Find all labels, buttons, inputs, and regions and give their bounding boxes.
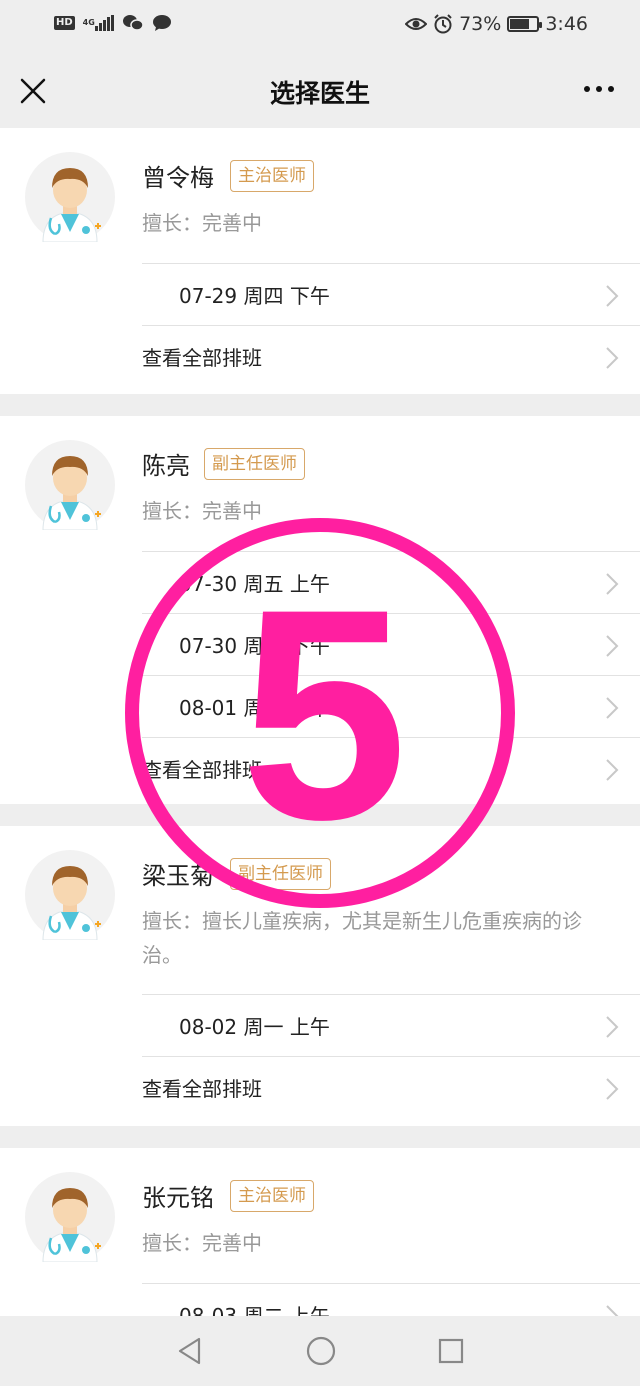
schedule-slot[interactable]: 08-01 周日 上午 [142, 675, 640, 737]
chevron-right-icon [606, 573, 619, 595]
doctor-specialty: 擅长：完善中 [142, 211, 262, 235]
recents-icon[interactable] [437, 1337, 465, 1365]
chevron-right-icon [606, 1078, 619, 1100]
doctor-name: 张元铭 [142, 1184, 214, 1212]
home-icon[interactable] [305, 1335, 337, 1367]
view-all-schedule-button[interactable]: 查看全部排班 [142, 737, 640, 799]
status-left: HD 4G [54, 14, 172, 32]
doctor-specialty: 擅长：擅长儿童疾病，尤其是新生儿危重疾病的诊治。 [142, 909, 582, 967]
view-all-schedule-button[interactable]: 查看全部排班 [142, 1056, 640, 1118]
view-all-schedule-label: 查看全部排班 [142, 758, 262, 782]
nav-bar: 选择医生 [0, 52, 640, 128]
clock: 3:46 [545, 13, 588, 35]
schedule-slot-label: 08-01 周日 上午 [179, 696, 330, 720]
schedule-slot[interactable]: 07-30 周五 下午 [142, 613, 640, 675]
status-bar: HD 4G 73% 3:46 [0, 0, 640, 52]
doctor-name: 梁玉菊 [142, 862, 214, 890]
network-type: 4G [82, 18, 95, 27]
schedule-slot[interactable]: 07-29 周四 下午 [142, 263, 640, 325]
doctor-specialty: 擅长：完善中 [142, 1231, 262, 1255]
system-nav-bar [0, 1316, 640, 1386]
chevron-right-icon [606, 635, 619, 657]
schedule-slot-label: 07-30 周五 下午 [179, 634, 330, 658]
doctor-title-badge: 副主任医师 [230, 858, 331, 890]
chevron-right-icon [606, 1016, 619, 1038]
status-right: 73% 3:46 [405, 13, 588, 35]
doctor-card[interactable]: 曾令梅 主治医师擅长：完善中 07-29 周四 下午查看全部排班 [0, 128, 640, 394]
chevron-right-icon [606, 759, 619, 781]
doctor-avatar-icon [25, 1172, 115, 1262]
chevron-right-icon [606, 347, 619, 369]
battery-icon [507, 16, 543, 32]
chat-bubble-icon [152, 15, 171, 31]
doctor-card[interactable]: 陈亮 副主任医师擅长：完善中 07-30 周五 上午 07-30 周五 下午 08-01… [0, 416, 640, 804]
schedule-slot-label: 07-29 周四 下午 [179, 284, 330, 308]
view-all-schedule-label: 查看全部排班 [142, 346, 262, 370]
doctor-avatar-icon [25, 152, 115, 242]
schedule-slot-label: 07-30 周五 上午 [179, 572, 330, 596]
doctor-title-badge: 副主任医师 [204, 448, 305, 480]
battery-percent: 73% [459, 13, 502, 35]
eye-icon [405, 18, 428, 30]
doctor-avatar-icon [25, 850, 115, 940]
more-icon[interactable] [584, 86, 614, 92]
schedule-list: 07-30 周五 上午 07-30 周五 下午 08-01 周日 上午查看全部排班 [142, 551, 640, 799]
view-all-schedule-button[interactable]: 查看全部排班 [142, 325, 640, 387]
page-title: 选择医生 [269, 79, 370, 108]
chevron-right-icon [606, 285, 619, 307]
chevron-right-icon [606, 697, 619, 719]
doctor-card[interactable]: 梁玉菊 副主任医师擅长：擅长儿童疾病，尤其是新生儿危重疾病的诊治。 08-02 周一… [0, 826, 640, 1126]
schedule-list: 08-02 周一 上午查看全部排班 [142, 994, 640, 1118]
doctor-list: 曾令梅 主治医师 擅长：完善中 07-29 周四 下午 查看全部排班 陈亮 副主任医师 擅长：… [0, 128, 640, 1386]
view-all-schedule-label: 查看全部排班 [142, 1077, 262, 1101]
doctor-specialty: 擅长：完善中 [142, 499, 262, 523]
alarm-icon [434, 14, 452, 34]
doctor-name: 陈亮 [142, 452, 190, 480]
back-icon[interactable] [175, 1336, 205, 1366]
schedule-list: 07-29 周四 下午查看全部排班 [142, 263, 640, 387]
doctor-title-badge: 主治医师 [230, 160, 314, 192]
signal-icon: 4G [83, 15, 114, 31]
hd-icon: HD [54, 16, 75, 30]
schedule-slot[interactable]: 08-02 周一 上午 [142, 994, 640, 1056]
schedule-slot[interactable]: 07-30 周五 上午 [142, 551, 640, 613]
doctor-name: 曾令梅 [142, 164, 214, 192]
schedule-slot-label: 08-02 周一 上午 [179, 1015, 330, 1039]
doctor-title-badge: 主治医师 [230, 1180, 314, 1212]
doctor-avatar-icon [25, 440, 115, 530]
wechat-icon [122, 15, 144, 31]
